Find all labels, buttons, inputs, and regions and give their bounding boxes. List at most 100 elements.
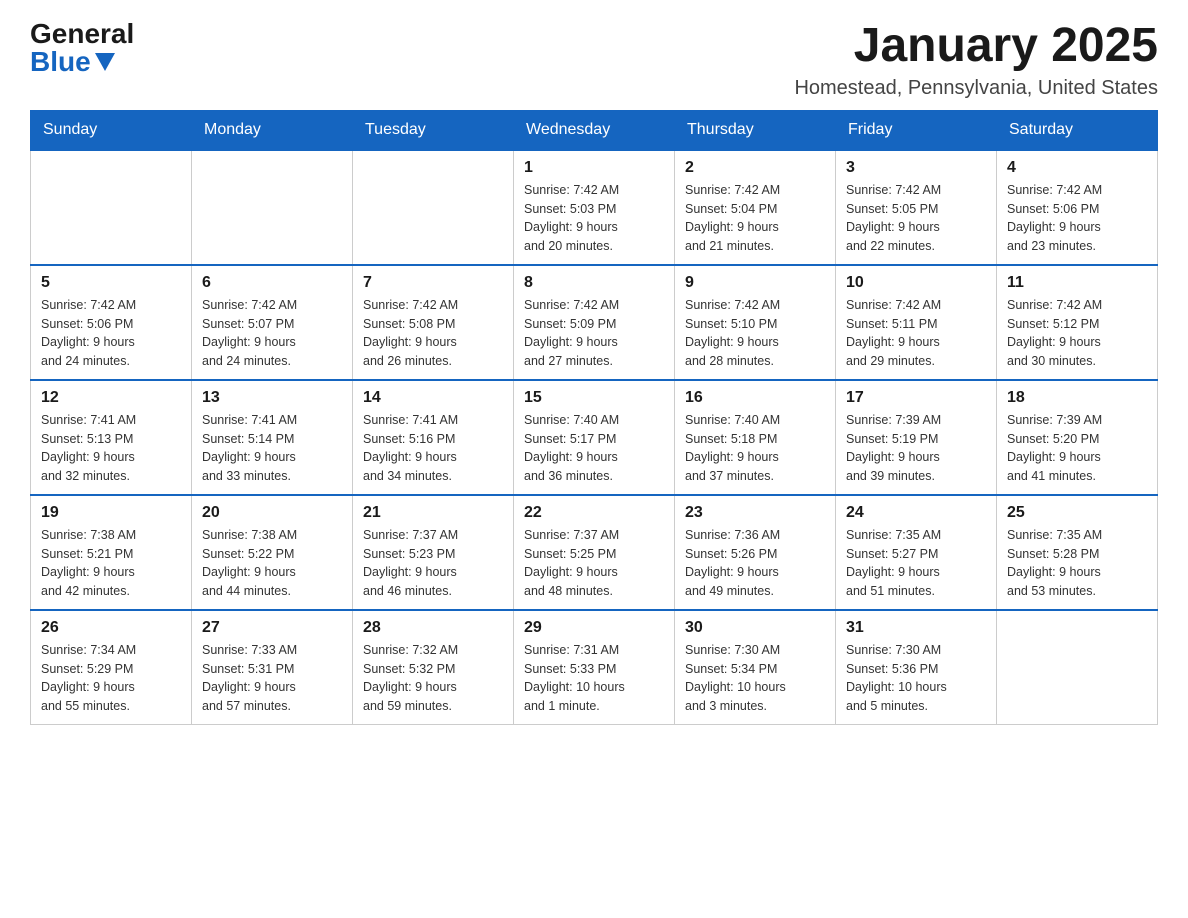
day-number: 16 [685, 389, 825, 407]
calendar-cell: 7 Sunrise: 7:42 AMSunset: 5:08 PMDaylight… [353, 265, 514, 380]
calendar-cell: 23 Sunrise: 7:36 AMSunset: 5:26 PMDayligh… [675, 495, 836, 610]
calendar-table: SundayMondayTuesdayWednesdayThursdayFrid… [30, 110, 1158, 725]
day-info: Sunrise: 7:41 AMSunset: 5:13 PMDaylight:… [41, 411, 181, 486]
day-number: 17 [846, 389, 986, 407]
day-info: Sunrise: 7:34 AMSunset: 5:29 PMDaylight:… [41, 641, 181, 716]
calendar-cell: 8 Sunrise: 7:42 AMSunset: 5:09 PMDaylight… [514, 265, 675, 380]
day-info: Sunrise: 7:39 AMSunset: 5:20 PMDaylight:… [1007, 411, 1147, 486]
calendar-cell: 17 Sunrise: 7:39 AMSunset: 5:19 PMDayligh… [836, 380, 997, 495]
day-number: 25 [1007, 504, 1147, 522]
calendar-cell: 9Sunrise: 7:42 AMSunset: 5:10 PMDaylight… [675, 265, 836, 380]
logo-triangle-icon [95, 53, 115, 71]
calendar-cell: 1Sunrise: 7:42 AMSunset: 5:03 PMDaylight… [514, 150, 675, 265]
weekday-header-saturday: Saturday [997, 110, 1158, 150]
day-number: 30 [685, 619, 825, 637]
day-info: Sunrise: 7:35 AMSunset: 5:27 PMDaylight:… [846, 526, 986, 601]
weekday-header-sunday: Sunday [31, 110, 192, 150]
day-info: Sunrise: 7:42 AMSunset: 5:10 PMDaylight:… [685, 296, 825, 371]
calendar-cell: 25 Sunrise: 7:35 AMSunset: 5:28 PMDayligh… [997, 495, 1158, 610]
weekday-header-row: SundayMondayTuesdayWednesdayThursdayFrid… [31, 110, 1158, 150]
day-info: Sunrise: 7:40 AMSunset: 5:18 PMDaylight:… [685, 411, 825, 486]
day-info: Sunrise: 7:31 AMSunset: 5:33 PMDaylight:… [524, 641, 664, 716]
day-info: Sunrise: 7:37 AMSunset: 5:25 PMDaylight:… [524, 526, 664, 601]
day-info: Sunrise: 7:42 AMSunset: 5:08 PMDaylight:… [363, 296, 503, 371]
day-number: 15 [524, 389, 664, 407]
weekday-header-wednesday: Wednesday [514, 110, 675, 150]
calendar-cell: 24 Sunrise: 7:35 AMSunset: 5:27 PMDayligh… [836, 495, 997, 610]
day-number: 31 [846, 619, 986, 637]
day-number: 28 [363, 619, 503, 637]
calendar-cell: 2Sunrise: 7:42 AMSunset: 5:04 PMDaylight… [675, 150, 836, 265]
calendar-cell: 27 Sunrise: 7:33 AMSunset: 5:31 PMDayligh… [192, 610, 353, 725]
day-number: 22 [524, 504, 664, 522]
day-info: Sunrise: 7:41 AMSunset: 5:14 PMDaylight:… [202, 411, 342, 486]
day-number: 6 [202, 274, 342, 292]
day-info: Sunrise: 7:33 AMSunset: 5:31 PMDaylight:… [202, 641, 342, 716]
day-info: Sunrise: 7:38 AMSunset: 5:21 PMDaylight:… [41, 526, 181, 601]
day-number: 20 [202, 504, 342, 522]
day-info: Sunrise: 7:38 AMSunset: 5:22 PMDaylight:… [202, 526, 342, 601]
day-number: 29 [524, 619, 664, 637]
day-number: 21 [363, 504, 503, 522]
calendar-week-row: 12 Sunrise: 7:41 AMSunset: 5:13 PMDayligh… [31, 380, 1158, 495]
calendar-cell: 21Sunrise: 7:37 AMSunset: 5:23 PMDayligh… [353, 495, 514, 610]
calendar-week-row: 19Sunrise: 7:38 AMSunset: 5:21 PMDayligh… [31, 495, 1158, 610]
day-number: 23 [685, 504, 825, 522]
calendar-cell: 3Sunrise: 7:42 AMSunset: 5:05 PMDaylight… [836, 150, 997, 265]
weekday-header-tuesday: Tuesday [353, 110, 514, 150]
logo: General Blue [30, 20, 134, 76]
logo-blue-text: Blue [30, 48, 115, 76]
day-info: Sunrise: 7:32 AMSunset: 5:32 PMDaylight:… [363, 641, 503, 716]
calendar-cell: 12 Sunrise: 7:41 AMSunset: 5:13 PMDayligh… [31, 380, 192, 495]
day-info: Sunrise: 7:42 AMSunset: 5:06 PMDaylight:… [1007, 181, 1147, 256]
calendar-cell: 26Sunrise: 7:34 AMSunset: 5:29 PMDayligh… [31, 610, 192, 725]
logo-general-text: General [30, 20, 134, 48]
calendar-week-row: 5Sunrise: 7:42 AMSunset: 5:06 PMDaylight… [31, 265, 1158, 380]
calendar-cell: 15 Sunrise: 7:40 AMSunset: 5:17 PMDayligh… [514, 380, 675, 495]
calendar-cell [31, 150, 192, 265]
day-number: 12 [41, 389, 181, 407]
day-number: 27 [202, 619, 342, 637]
location-title: Homestead, Pennsylvania, United States [794, 77, 1158, 100]
day-number: 24 [846, 504, 986, 522]
calendar-cell: 11 Sunrise: 7:42 AMSunset: 5:12 PMDayligh… [997, 265, 1158, 380]
day-info: Sunrise: 7:42 AMSunset: 5:09 PMDaylight:… [524, 296, 664, 371]
weekday-header-thursday: Thursday [675, 110, 836, 150]
calendar-cell: 10 Sunrise: 7:42 AMSunset: 5:11 PMDayligh… [836, 265, 997, 380]
day-info: Sunrise: 7:36 AMSunset: 5:26 PMDaylight:… [685, 526, 825, 601]
title-block: January 2025 Homestead, Pennsylvania, Un… [794, 20, 1158, 100]
day-number: 4 [1007, 159, 1147, 177]
day-number: 8 [524, 274, 664, 292]
day-number: 7 [363, 274, 503, 292]
day-info: Sunrise: 7:42 AMSunset: 5:04 PMDaylight:… [685, 181, 825, 256]
day-info: Sunrise: 7:42 AMSunset: 5:06 PMDaylight:… [41, 296, 181, 371]
calendar-cell: 31 Sunrise: 7:30 AMSunset: 5:36 PMDayligh… [836, 610, 997, 725]
day-info: Sunrise: 7:42 AMSunset: 5:05 PMDaylight:… [846, 181, 986, 256]
calendar-week-row: 1Sunrise: 7:42 AMSunset: 5:03 PMDaylight… [31, 150, 1158, 265]
day-number: 10 [846, 274, 986, 292]
day-number: 13 [202, 389, 342, 407]
day-number: 11 [1007, 274, 1147, 292]
day-number: 1 [524, 159, 664, 177]
calendar-cell: 16 Sunrise: 7:40 AMSunset: 5:18 PMDayligh… [675, 380, 836, 495]
day-info: Sunrise: 7:30 AMSunset: 5:36 PMDaylight:… [846, 641, 986, 716]
calendar-cell: 19Sunrise: 7:38 AMSunset: 5:21 PMDayligh… [31, 495, 192, 610]
day-info: Sunrise: 7:40 AMSunset: 5:17 PMDaylight:… [524, 411, 664, 486]
calendar-header: SundayMondayTuesdayWednesdayThursdayFrid… [31, 110, 1158, 150]
calendar-cell: 20 Sunrise: 7:38 AMSunset: 5:22 PMDayligh… [192, 495, 353, 610]
calendar-cell: 18Sunrise: 7:39 AMSunset: 5:20 PMDayligh… [997, 380, 1158, 495]
day-info: Sunrise: 7:42 AMSunset: 5:12 PMDaylight:… [1007, 296, 1147, 371]
day-info: Sunrise: 7:42 AMSunset: 5:11 PMDaylight:… [846, 296, 986, 371]
calendar-week-row: 26Sunrise: 7:34 AMSunset: 5:29 PMDayligh… [31, 610, 1158, 725]
page-header: General Blue January 2025 Homestead, Pen… [30, 20, 1158, 100]
calendar-cell: 13 Sunrise: 7:41 AMSunset: 5:14 PMDayligh… [192, 380, 353, 495]
calendar-cell [997, 610, 1158, 725]
day-info: Sunrise: 7:39 AMSunset: 5:19 PMDaylight:… [846, 411, 986, 486]
month-title: January 2025 [794, 20, 1158, 73]
calendar-cell [353, 150, 514, 265]
calendar-cell: 28 Sunrise: 7:32 AMSunset: 5:32 PMDayligh… [353, 610, 514, 725]
day-info: Sunrise: 7:35 AMSunset: 5:28 PMDaylight:… [1007, 526, 1147, 601]
day-number: 14 [363, 389, 503, 407]
calendar-cell [192, 150, 353, 265]
weekday-header-friday: Friday [836, 110, 997, 150]
